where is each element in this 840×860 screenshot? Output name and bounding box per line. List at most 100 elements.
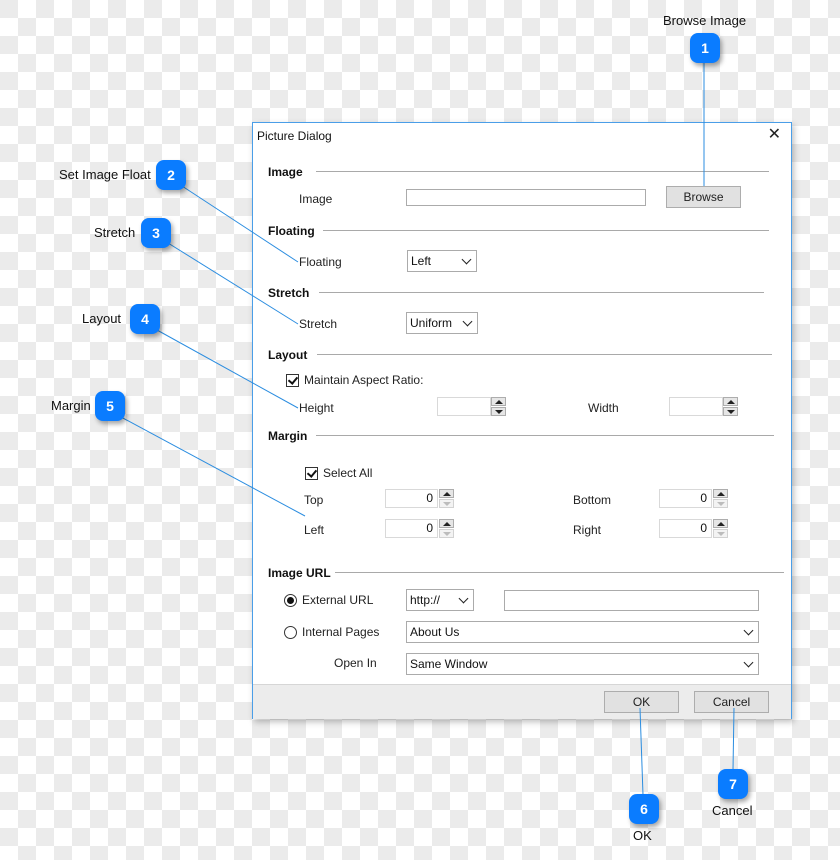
picture-dialog: Picture Dialog ✕ Image Image Browse Floa… bbox=[252, 122, 792, 719]
dialog-footer: OK Cancel bbox=[253, 684, 791, 719]
margin-left-label: Left bbox=[304, 523, 325, 537]
callout-badge-1: 1 bbox=[690, 33, 720, 63]
margin-top-label: Top bbox=[304, 493, 324, 507]
margin-top-input[interactable]: 0 bbox=[385, 489, 438, 508]
image-label: Image bbox=[299, 192, 333, 206]
section-divider bbox=[319, 292, 764, 293]
margin-top-increment-button[interactable] bbox=[439, 489, 454, 498]
callout-label-set-image-float: Set Image Float bbox=[59, 167, 151, 182]
external-url-input[interactable] bbox=[504, 590, 759, 611]
arrow-up-icon bbox=[717, 492, 725, 496]
maintain-aspect-checkbox[interactable] bbox=[286, 374, 299, 387]
connector-line-6 bbox=[639, 707, 644, 796]
open-in-select-value: Same Window bbox=[410, 657, 488, 671]
arrow-down-icon bbox=[717, 502, 725, 506]
section-divider bbox=[316, 171, 769, 172]
callout-badge-4: 4 bbox=[130, 304, 160, 334]
arrow-down-icon bbox=[727, 410, 735, 414]
arrow-down-icon bbox=[443, 502, 451, 506]
arrow-down-icon bbox=[443, 532, 451, 536]
height-decrement-button[interactable] bbox=[491, 407, 506, 416]
callout-label-ok: OK bbox=[633, 828, 652, 843]
external-url-label: External URL bbox=[302, 593, 374, 607]
dialog-title: Picture Dialog bbox=[257, 129, 332, 143]
open-in-select[interactable]: Same Window bbox=[406, 653, 759, 675]
section-divider bbox=[335, 572, 784, 573]
chevron-down-icon bbox=[743, 625, 754, 636]
arrow-down-icon bbox=[717, 532, 725, 536]
section-heading-image-url: Image URL bbox=[268, 566, 331, 580]
width-decrement-button[interactable] bbox=[723, 407, 738, 416]
margin-left-decrement-button[interactable] bbox=[439, 529, 454, 538]
image-path-input[interactable] bbox=[406, 189, 646, 206]
callout-label-browse-image: Browse Image bbox=[663, 13, 747, 28]
margin-left-spinner-buttons bbox=[439, 519, 454, 538]
maintain-aspect-label: Maintain Aspect Ratio: bbox=[304, 373, 424, 387]
width-spinner-input[interactable] bbox=[669, 397, 723, 416]
external-url-radio[interactable] bbox=[284, 594, 297, 607]
stretch-select-value: Uniform bbox=[410, 316, 453, 330]
callout-label-cancel: Cancel bbox=[712, 803, 753, 818]
height-label: Height bbox=[299, 401, 334, 415]
margin-bottom-spinner-buttons bbox=[713, 489, 728, 508]
height-spinner-buttons bbox=[491, 397, 506, 416]
width-spinner-buttons bbox=[723, 397, 738, 416]
width-label: Width bbox=[588, 401, 619, 415]
width-increment-button[interactable] bbox=[723, 397, 738, 406]
margin-bottom-decrement-button[interactable] bbox=[713, 499, 728, 508]
chevron-down-icon bbox=[462, 316, 473, 327]
callout-label-layout: Layout bbox=[82, 311, 122, 326]
ok-button[interactable]: OK bbox=[604, 691, 679, 713]
arrow-up-icon bbox=[717, 522, 725, 526]
arrow-up-icon bbox=[727, 400, 735, 404]
protocol-select[interactable]: http:// bbox=[406, 589, 474, 611]
margin-bottom-label: Bottom bbox=[573, 493, 612, 507]
stretch-label: Stretch bbox=[299, 317, 338, 331]
callout-badge-2: 2 bbox=[156, 160, 186, 190]
chevron-down-icon bbox=[461, 254, 472, 265]
height-spinner-input[interactable] bbox=[437, 397, 491, 416]
margin-bottom-increment-button[interactable] bbox=[713, 489, 728, 498]
browse-button[interactable]: Browse bbox=[666, 186, 741, 208]
select-all-checkbox[interactable] bbox=[305, 467, 318, 480]
section-heading-image: Image bbox=[268, 165, 303, 179]
protocol-select-value: http:// bbox=[410, 593, 441, 607]
internal-pages-label: Internal Pages bbox=[302, 625, 380, 639]
margin-right-spinner-buttons bbox=[713, 519, 728, 538]
floating-label: Floating bbox=[299, 255, 342, 269]
internal-pages-radio[interactable] bbox=[284, 626, 297, 639]
callout-label-margin: Margin bbox=[51, 398, 91, 413]
arrow-up-icon bbox=[443, 522, 451, 526]
callout-badge-7: 7 bbox=[718, 769, 748, 799]
floating-select[interactable]: Left bbox=[407, 250, 477, 272]
margin-left-increment-button[interactable] bbox=[439, 519, 454, 528]
section-heading-margin: Margin bbox=[268, 429, 308, 443]
internal-pages-select-value: About Us bbox=[410, 625, 460, 639]
section-heading-stretch: Stretch bbox=[268, 286, 310, 300]
section-heading-floating: Floating bbox=[268, 224, 315, 238]
callout-label-stretch: Stretch bbox=[94, 225, 136, 240]
section-divider bbox=[316, 435, 774, 436]
margin-bottom-input[interactable]: 0 bbox=[659, 489, 712, 508]
cancel-button[interactable]: Cancel bbox=[694, 691, 769, 713]
margin-right-increment-button[interactable] bbox=[713, 519, 728, 528]
floating-select-value: Left bbox=[411, 254, 432, 268]
chevron-down-icon bbox=[458, 593, 469, 604]
arrow-down-icon bbox=[495, 410, 503, 414]
close-icon[interactable]: ✕ bbox=[768, 127, 781, 143]
margin-right-input[interactable]: 0 bbox=[659, 519, 712, 538]
open-in-label: Open In bbox=[334, 656, 377, 670]
margin-right-label: Right bbox=[573, 523, 602, 537]
select-all-label: Select All bbox=[323, 466, 373, 480]
stretch-select[interactable]: Uniform bbox=[406, 312, 478, 334]
chevron-down-icon bbox=[743, 657, 754, 668]
callout-badge-6: 6 bbox=[629, 794, 659, 824]
internal-pages-select[interactable]: About Us bbox=[406, 621, 759, 643]
arrow-up-icon bbox=[495, 400, 503, 404]
margin-left-input[interactable]: 0 bbox=[385, 519, 438, 538]
margin-right-decrement-button[interactable] bbox=[713, 529, 728, 538]
section-divider bbox=[317, 354, 772, 355]
margin-top-decrement-button[interactable] bbox=[439, 499, 454, 508]
height-increment-button[interactable] bbox=[491, 397, 506, 406]
callout-badge-3: 3 bbox=[141, 218, 171, 248]
